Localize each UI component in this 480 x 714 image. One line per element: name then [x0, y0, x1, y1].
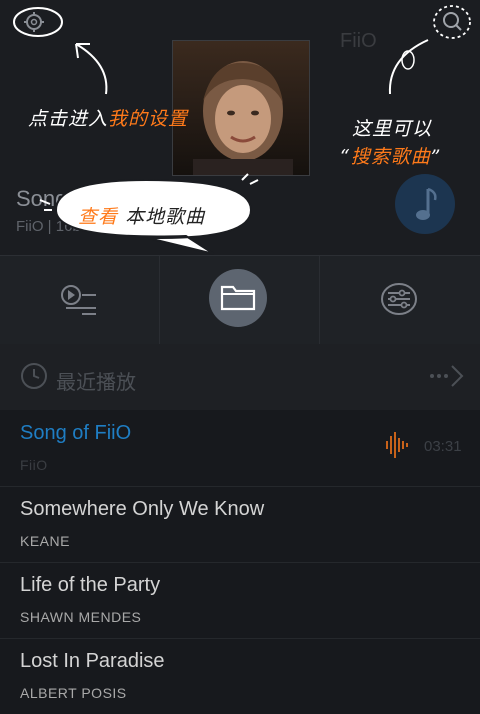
song-row[interactable]: Lost In Paradise ALBERT POSIS	[0, 638, 480, 714]
annotation-search-line2: “搜索歌曲”	[340, 142, 441, 169]
song-artist: KEANE	[20, 533, 70, 549]
search-icon	[433, 5, 471, 39]
annotation-arrow-search	[388, 39, 429, 95]
annotation-settings-orange: 我的设置	[108, 108, 189, 130]
song-title: Lost In Paradise	[20, 650, 165, 672]
gear-icon	[13, 7, 63, 37]
annotation-local-orange: 查看	[78, 206, 119, 228]
music-note-icon	[416, 187, 437, 220]
annotation-search-orange: 搜索歌曲	[350, 146, 431, 168]
song-row[interactable]: Life of the Party SHAWN MENDES	[0, 562, 480, 639]
recent-played-label: 最近播放	[56, 370, 136, 394]
song-title: Somewhere Only We Know	[20, 498, 265, 520]
annotation-local: 查看 本地歌曲	[78, 202, 205, 229]
annotation-search-white: 这里可以	[352, 118, 433, 140]
song-artist: ALBERT POSIS	[20, 685, 127, 701]
clock-icon	[21, 363, 47, 389]
annotation-arrow-settings	[75, 43, 108, 95]
song-title: Life of the Party	[20, 574, 161, 596]
annotation-settings-white: 点击进入	[28, 108, 109, 130]
quote-open: “	[340, 146, 351, 168]
annotation-settings: 点击进入我的设置	[28, 104, 188, 131]
folder-icon	[220, 285, 256, 311]
song-row-playing[interactable]: Song of FiiO FiiO 03:31	[0, 410, 480, 487]
equalizer-icon	[381, 283, 417, 315]
album-portrait	[193, 61, 293, 175]
album-art[interactable]	[172, 40, 310, 176]
playing-wave-icon	[386, 432, 408, 458]
tab-playlist[interactable]	[0, 256, 158, 344]
song-artist: FiiO	[20, 457, 48, 473]
now-playing-button[interactable]	[395, 174, 455, 234]
song-row[interactable]: Somewhere Only We Know KEANE	[0, 486, 480, 563]
folder-button[interactable]	[209, 269, 267, 327]
search-button[interactable]	[432, 4, 472, 40]
song-title: Song of FiiO	[20, 422, 132, 444]
playlist-icon	[61, 285, 96, 315]
annotation-local-dark: 本地歌曲	[125, 206, 206, 228]
song-artist: SHAWN MENDES	[20, 609, 142, 625]
settings-button[interactable]	[12, 6, 64, 38]
tab-equalizer[interactable]	[320, 256, 478, 344]
annotation-search-line1: 这里可以	[352, 114, 432, 141]
song-duration: 03:31	[424, 438, 462, 455]
app-title: FiiO	[340, 30, 377, 52]
chevron-right-icon[interactable]	[428, 364, 468, 390]
quote-close: ”	[430, 146, 442, 168]
